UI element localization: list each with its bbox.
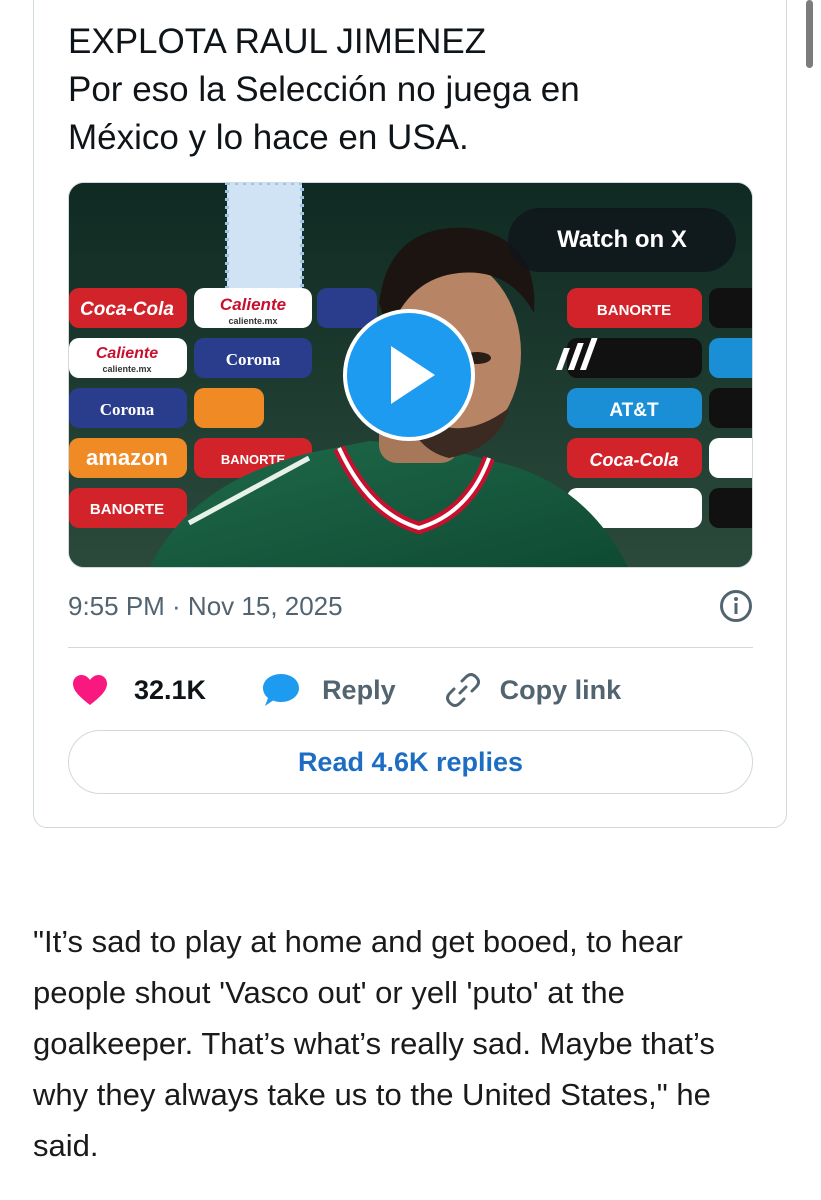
svg-text:BANORTE: BANORTE	[597, 302, 671, 319]
divider	[68, 647, 753, 648]
like-button[interactable]: 32.1K	[72, 674, 206, 706]
svg-text:caliente.mx: caliente.mx	[228, 316, 277, 326]
article-line: goalkeeper. That’s what’s really sad. Ma…	[33, 1026, 715, 1061]
article-line: said.	[33, 1128, 99, 1163]
reply-button[interactable]: Reply	[262, 673, 396, 707]
scrollbar[interactable]	[806, 0, 813, 68]
tweet-text-line: Por eso la Selección no juega en	[68, 70, 580, 109]
play-button[interactable]	[343, 309, 475, 441]
play-icon	[391, 346, 435, 404]
svg-text:Coca-Cola: Coca-Cola	[589, 450, 678, 470]
tweet-meta-row: 9:55 PM · Nov 15, 2025	[68, 586, 753, 626]
svg-text:amazon: amazon	[86, 445, 168, 470]
svg-text:Corona: Corona	[100, 400, 155, 419]
article-paragraph: "It’s sad to play at home and get booed,…	[33, 916, 793, 1171]
article-line: people shout 'Vasco out' or yell 'puto' …	[33, 975, 625, 1010]
like-count: 32.1K	[134, 674, 207, 705]
info-icon[interactable]	[719, 589, 753, 623]
svg-text:caliente.mx: caliente.mx	[102, 364, 151, 374]
svg-text:Caliente: Caliente	[220, 295, 286, 314]
copy-link-button[interactable]: Copy link	[445, 673, 622, 707]
read-replies-button[interactable]: Read 4.6K replies	[68, 730, 753, 794]
heart-icon	[73, 675, 107, 705]
svg-text:AT&T: AT&T	[609, 400, 659, 421]
tweet-text: EXPLOTA RAUL JIMENEZ Por eso la Selecció…	[68, 18, 768, 162]
tweet-text-line: EXPLOTA RAUL JIMENEZ	[68, 22, 487, 61]
reply-label: Reply	[322, 674, 396, 705]
watch-on-x-button[interactable]: Watch on X	[508, 208, 736, 272]
tweet-text-line: México y lo hace en USA.	[68, 118, 469, 157]
link-icon	[445, 673, 480, 707]
article-line: why they always take us to the United St…	[33, 1077, 711, 1112]
article-line: "It’s sad to play at home and get booed,…	[33, 924, 683, 959]
svg-text:BANORTE: BANORTE	[90, 501, 164, 518]
svg-text:Caliente: Caliente	[96, 345, 158, 362]
svg-text:Corona: Corona	[226, 350, 281, 369]
svg-text:Coca-Cola: Coca-Cola	[80, 299, 174, 320]
tweet-timestamp[interactable]: 9:55 PM · Nov 15, 2025	[68, 591, 343, 622]
tweet-actions: 32.1K Reply Copy link	[72, 668, 621, 712]
copy-link-label: Copy link	[499, 674, 622, 705]
speech-bubble-icon	[263, 674, 300, 706]
